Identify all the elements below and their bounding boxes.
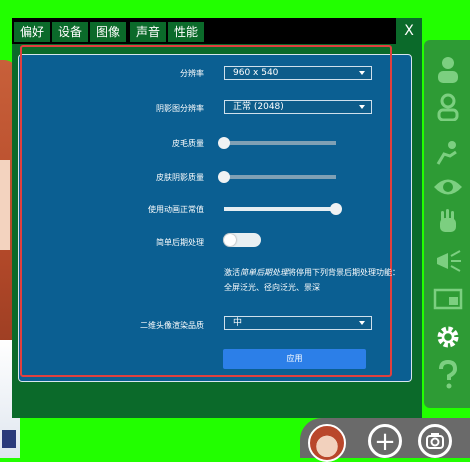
postprocess-note: 激活简单后期处理将停用下列背景后期处理功能：全屏泛光、径向泛光、景深 xyxy=(224,265,400,295)
toggle-knob xyxy=(224,234,236,246)
settings-icon[interactable] xyxy=(433,322,463,352)
camera-button[interactable] xyxy=(418,424,452,458)
person-outline-icon[interactable] xyxy=(433,92,463,122)
slider-fill xyxy=(224,207,336,211)
apply-button[interactable]: 应用 xyxy=(223,349,366,369)
tab-bar: 偏好 设备 图像 声音 性能 X xyxy=(12,18,422,44)
slider-thumb[interactable] xyxy=(218,137,230,149)
avatar[interactable] xyxy=(308,424,346,462)
simple-postprocess-toggle[interactable] xyxy=(223,233,261,247)
resolution-value: 960 x 540 xyxy=(233,68,279,78)
skin-shadow-quality-label: 皮肤阴影质量 xyxy=(156,173,204,182)
normal-animation-label: 使用动画正常值 xyxy=(148,205,204,214)
hand-icon[interactable] xyxy=(433,206,463,236)
shadow-resolution-label: 阴影图分辨率 xyxy=(156,104,204,113)
chevron-down-icon xyxy=(359,321,365,325)
tab-preferences[interactable]: 偏好 xyxy=(14,22,50,42)
chevron-down-icon xyxy=(359,105,365,109)
person-icon[interactable] xyxy=(433,54,463,84)
shadow-resolution-value: 正常 (2048) xyxy=(233,102,284,112)
simple-postprocess-label: 简单后期处理 xyxy=(156,238,204,247)
fur-quality-slider[interactable] xyxy=(218,137,336,149)
skin-shadow-quality-slider[interactable] xyxy=(218,171,336,183)
tab-sound[interactable]: 声音 xyxy=(130,22,166,42)
normal-animation-slider[interactable] xyxy=(224,203,342,215)
shadow-resolution-dropdown[interactable]: 正常 (2048) xyxy=(224,100,372,114)
camera-icon xyxy=(426,433,444,449)
avatar-quality-dropdown[interactable]: 中 xyxy=(224,316,372,330)
close-button[interactable]: X xyxy=(396,18,422,44)
chevron-down-icon xyxy=(359,71,365,75)
help-icon[interactable] xyxy=(433,360,463,390)
avatar-quality-value: 中 xyxy=(233,318,243,328)
gesture-icon[interactable] xyxy=(433,138,463,168)
display-icon[interactable] xyxy=(433,284,463,314)
slider-thumb[interactable] xyxy=(218,171,230,183)
note-emphasis: 简单后期处理 xyxy=(240,268,288,277)
add-button[interactable]: + xyxy=(368,424,402,458)
megaphone-icon[interactable] xyxy=(433,246,463,276)
tab-devices[interactable]: 设备 xyxy=(52,22,88,42)
note-prefix: 激活 xyxy=(224,268,240,277)
character-skin xyxy=(0,160,10,250)
fur-quality-label: 皮毛质量 xyxy=(172,139,204,148)
eye-icon[interactable] xyxy=(433,172,463,202)
tab-graphics[interactable]: 图像 xyxy=(90,22,126,42)
character-tie xyxy=(2,430,16,448)
slider-thumb[interactable] xyxy=(330,203,342,215)
right-toolbar xyxy=(424,40,470,408)
resolution-dropdown[interactable]: 960 x 540 xyxy=(224,66,372,80)
resolution-label: 分辨率 xyxy=(180,69,204,78)
avatar-quality-label: 二维头像渲染品质 xyxy=(140,321,204,330)
tab-performance[interactable]: 性能 xyxy=(168,22,204,42)
